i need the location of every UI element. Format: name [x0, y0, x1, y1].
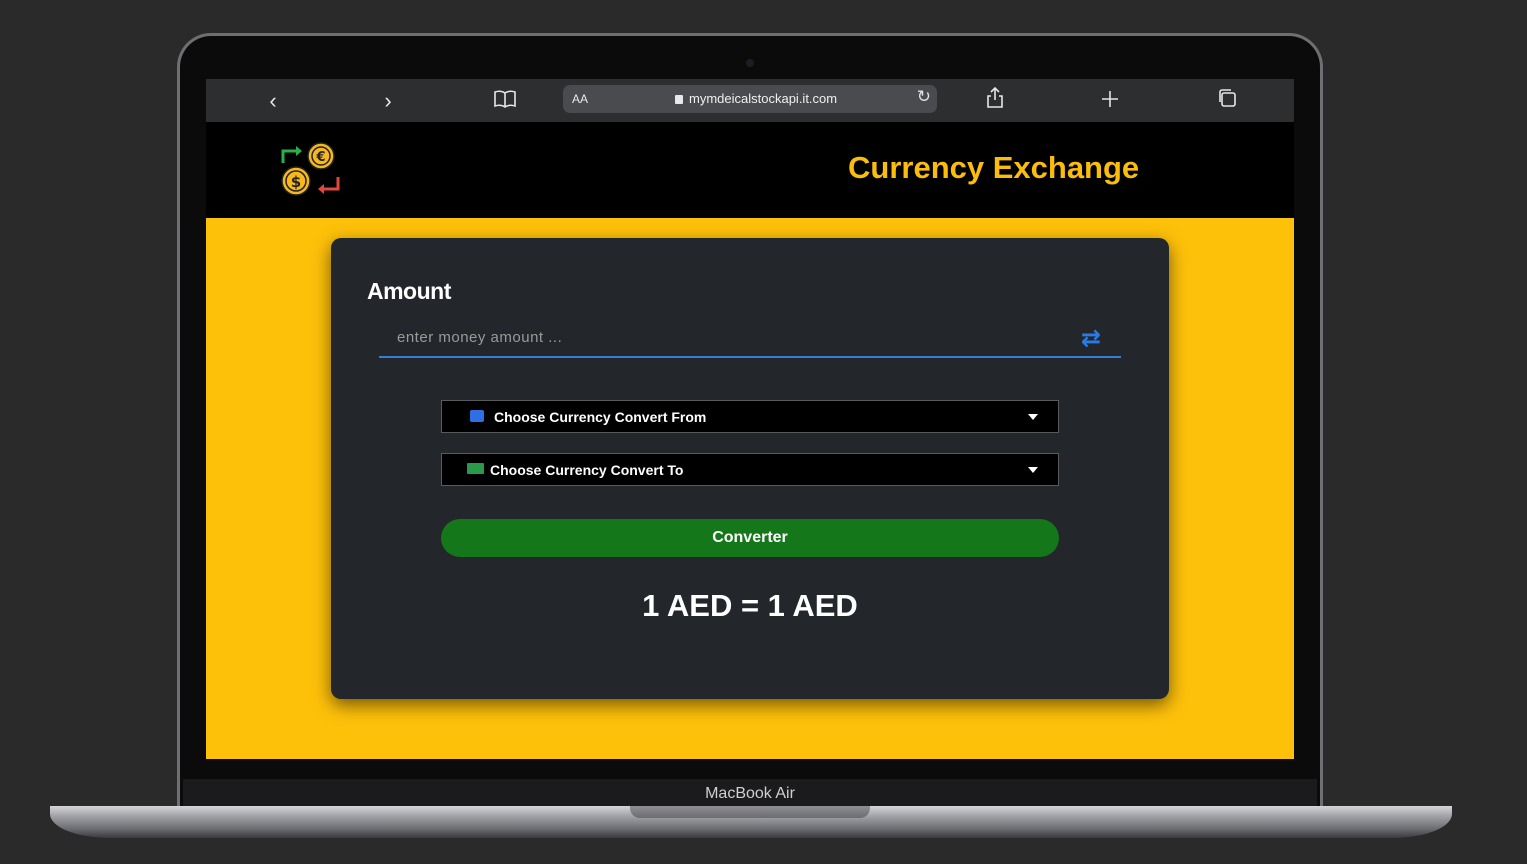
laptop-notch	[630, 806, 870, 818]
cash-icon	[467, 463, 484, 474]
url-display: mymdeicalstockapi.it.com	[675, 91, 837, 106]
site-header: € $ Currency Exchange	[206, 122, 1294, 218]
currency-exchange-logo: € $	[280, 141, 340, 201]
converter-card: Amount ⇄ Choose Currency Convert From Ch…	[331, 238, 1169, 699]
bookmarks-icon[interactable]	[491, 87, 519, 115]
lock-icon	[675, 95, 683, 104]
svg-text:€: €	[315, 150, 325, 165]
amount-label: Amount	[367, 278, 451, 304]
back-icon[interactable]: ‹	[259, 87, 287, 115]
converter-button[interactable]: Converter	[441, 519, 1059, 557]
caret-down-icon	[1028, 467, 1038, 473]
page-background: Amount ⇄ Choose Currency Convert From Ch…	[206, 218, 1294, 759]
new-tab-icon[interactable]	[1096, 87, 1124, 115]
site-title: Currency Exchange	[848, 150, 1140, 185]
amount-input[interactable]	[379, 318, 1121, 358]
currency-from-select[interactable]: Choose Currency Convert From	[441, 400, 1059, 433]
tabs-icon[interactable]	[1213, 87, 1241, 115]
currency-to-select[interactable]: Choose Currency Convert To	[441, 453, 1059, 486]
share-icon[interactable]	[981, 86, 1009, 115]
url-bar[interactable]: AA mymdeicalstockapi.it.com ↻	[563, 85, 937, 113]
browser-toolbar: ‹ › AA mymdeicalstockapi.it.com ↻	[206, 79, 1294, 122]
url-text: mymdeicalstockapi.it.com	[689, 91, 838, 106]
caret-down-icon	[1028, 414, 1038, 420]
credit-card-icon	[470, 410, 484, 422]
forward-icon[interactable]: ›	[374, 87, 402, 115]
reload-icon[interactable]: ↻	[917, 87, 931, 107]
currency-to-label: Choose Currency Convert To	[490, 462, 684, 478]
conversion-result: 1 AED = 1 AED	[642, 588, 858, 623]
text-size-button[interactable]: AA	[572, 92, 588, 106]
camera	[746, 59, 754, 67]
svg-text:$: $	[291, 173, 301, 191]
currency-from-label: Choose Currency Convert From	[494, 409, 707, 425]
swap-icon[interactable]: ⇄	[1081, 324, 1101, 353]
screen: ‹ › AA mymdeicalstockapi.it.com ↻ € $ Cu…	[206, 79, 1294, 759]
device-label: MacBook Air	[183, 779, 1317, 809]
